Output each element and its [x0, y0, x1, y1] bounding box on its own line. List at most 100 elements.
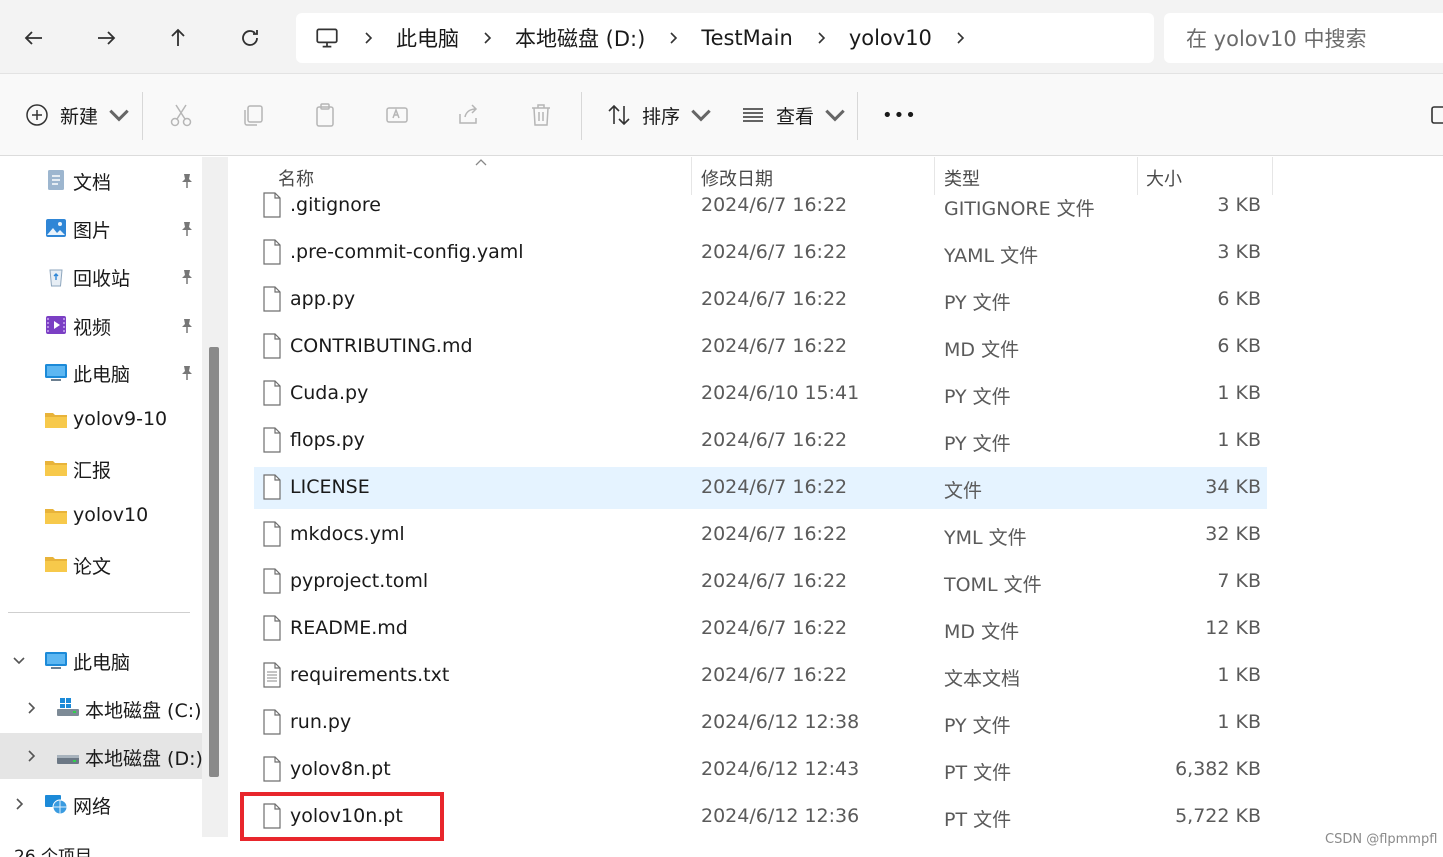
sidebar-item-yolov10[interactable]: yolov10 — [0, 493, 202, 539]
chevron-right-icon — [670, 32, 678, 44]
share-button[interactable] — [456, 94, 482, 136]
cut-button[interactable] — [168, 94, 194, 136]
list-view-icon — [743, 108, 763, 122]
file-name: Cuda.py — [290, 382, 369, 404]
address-row: 此电脑 本地磁盘 (D:) TestMain yolov10 在 yolov10… — [0, 0, 1443, 74]
file-icon — [263, 333, 281, 359]
sidebar-item-label: 论文 — [73, 556, 112, 578]
file-date: 2024/6/7 16:22 — [701, 429, 848, 451]
column-divider[interactable] — [1272, 157, 1273, 195]
chevron-right-icon[interactable] — [952, 30, 968, 46]
recycle-bin-icon — [49, 269, 63, 287]
paste-button[interactable] — [312, 94, 338, 136]
pin-icon[interactable] — [178, 317, 196, 335]
file-size: 5,722 KB — [1175, 805, 1261, 827]
file-row[interactable]: requirements.txt 2024/6/7 16:22 文本文档 1 KB — [254, 655, 1267, 697]
file-row[interactable]: run.py 2024/6/12 12:38 PY 文件 1 KB — [254, 702, 1267, 744]
new-button[interactable]: 新建 — [24, 94, 132, 136]
new-label: 新建 — [60, 105, 99, 128]
file-row[interactable]: flops.py 2024/6/7 16:22 PY 文件 1 KB — [254, 420, 1267, 462]
breadcrumb-drive-d[interactable]: 本地磁盘 (D:) — [515, 23, 645, 53]
file-icon — [263, 380, 281, 406]
chevron-right-icon[interactable] — [23, 700, 39, 716]
file-icon — [263, 192, 281, 218]
file-date: 2024/6/12 12:43 — [701, 758, 860, 780]
back-button[interactable] — [12, 14, 56, 62]
file-size: 6 KB — [1217, 288, 1261, 310]
sidebar-item-label: 图片 — [73, 220, 112, 242]
file-row[interactable]: CONTRIBUTING.md 2024/6/7 16:22 MD 文件 6 KB — [254, 326, 1267, 368]
file-row[interactable]: app.py 2024/6/7 16:22 PY 文件 6 KB — [254, 279, 1267, 321]
file-date: 2024/6/7 16:22 — [701, 288, 848, 310]
file-size: 32 KB — [1205, 523, 1261, 545]
sidebar-scrollbar-thumb[interactable] — [209, 347, 219, 777]
sidebar-item-yolov9-10[interactable]: yolov9-10 — [0, 397, 202, 443]
file-type: 文本文档 — [944, 668, 1021, 690]
file-list: 名称 修改日期 类型 大小 .gitignore 2024/6/7 16:22 GI… — [228, 157, 1443, 857]
chevron-down-icon — [825, 109, 845, 122]
more-options-button[interactable]: ••• — [882, 94, 917, 136]
delete-button[interactable] — [528, 94, 554, 136]
breadcrumb-testmain[interactable]: TestMain — [701, 26, 793, 50]
windows-drive-icon — [57, 698, 79, 716]
toolbar-divider — [857, 92, 858, 140]
clipboard-icon — [316, 103, 334, 127]
refresh-button[interactable] — [228, 14, 272, 62]
file-date: 2024/6/7 16:22 — [701, 617, 848, 639]
tree-item-drive-c[interactable]: 本地磁盘 (C:) — [0, 685, 202, 731]
file-type: YAML 文件 — [944, 245, 1039, 267]
breadcrumb-this-pc[interactable]: 此电脑 — [396, 23, 459, 53]
file-date: 2024/6/7 16:22 — [701, 335, 848, 357]
pin-icon[interactable] — [178, 220, 196, 238]
search-input[interactable]: 在 yolov10 中搜索 — [1164, 13, 1443, 63]
sort-button[interactable]: 排序 — [606, 94, 714, 136]
file-icon — [263, 286, 281, 312]
pin-icon[interactable] — [178, 268, 196, 286]
file-type: YML 文件 — [944, 527, 1027, 549]
tree-item-label: 本地磁盘 (C:) — [85, 700, 202, 722]
file-size: 3 KB — [1217, 194, 1261, 216]
tree-item-drive-d[interactable]: 本地磁盘 (D:) — [0, 733, 203, 779]
file-row[interactable]: .gitignore 2024/6/7 16:22 GITIGNORE 文件 3 KB — [254, 185, 1267, 227]
rename-button[interactable] — [384, 94, 410, 136]
file-row[interactable]: LICENSE 2024/6/7 16:22 文件 34 KB — [254, 467, 1267, 509]
copy-button[interactable] — [240, 94, 266, 136]
tree-item-this-pc[interactable]: 此电脑 — [0, 637, 202, 683]
chevron-right-icon[interactable] — [11, 796, 27, 812]
file-size: 6,382 KB — [1175, 758, 1261, 780]
file-size: 1 KB — [1217, 711, 1261, 733]
sidebar-item-videos[interactable]: 视频 — [0, 302, 202, 348]
details-pane-button[interactable] — [1430, 94, 1443, 136]
breadcrumb[interactable]: 此电脑 本地磁盘 (D:) TestMain yolov10 — [296, 13, 1154, 63]
rename-icon — [386, 107, 408, 123]
file-row[interactable]: mkdocs.yml 2024/6/7 16:22 YML 文件 32 KB — [254, 514, 1267, 556]
pin-icon[interactable] — [178, 172, 196, 190]
chevron-down-icon[interactable] — [11, 652, 27, 668]
tree-item-network[interactable]: 网络 — [0, 781, 202, 827]
plus-circle-icon — [26, 104, 48, 126]
file-row[interactable]: Cuda.py 2024/6/10 15:41 PY 文件 1 KB — [254, 373, 1267, 415]
file-row[interactable]: README.md 2024/6/7 16:22 MD 文件 12 KB — [254, 608, 1267, 650]
file-row[interactable]: yolov8n.pt 2024/6/12 12:43 PT 文件 6,382 KB — [254, 749, 1267, 791]
sort-label: 排序 — [642, 105, 681, 128]
file-date: 2024/6/12 12:36 — [701, 805, 860, 827]
tree-item-label: 网络 — [73, 796, 112, 818]
file-name: CONTRIBUTING.md — [290, 335, 473, 357]
sidebar-item-label: yolov9-10 — [73, 408, 168, 430]
sidebar-item-documents[interactable]: 文档 — [0, 157, 202, 203]
sidebar-item-papers[interactable]: 论文 — [0, 541, 202, 587]
breadcrumb-yolov10[interactable]: yolov10 — [849, 26, 932, 50]
file-size: 1 KB — [1217, 429, 1261, 451]
view-button[interactable]: 查看 — [740, 94, 848, 136]
up-button[interactable] — [156, 14, 200, 62]
sidebar-item-this-pc[interactable]: 此电脑 — [0, 349, 202, 395]
sidebar-item-recycle-bin[interactable]: 回收站 — [0, 253, 202, 299]
sidebar-item-pictures[interactable]: 图片 — [0, 205, 202, 251]
chevron-right-icon[interactable] — [23, 748, 39, 764]
file-size: 3 KB — [1217, 241, 1261, 263]
forward-button[interactable] — [84, 14, 128, 62]
pin-icon[interactable] — [178, 364, 196, 382]
sidebar-item-report[interactable]: 汇报 — [0, 445, 202, 491]
file-row[interactable]: .pre-commit-config.yaml 2024/6/7 16:22 YAM… — [254, 232, 1267, 274]
file-row[interactable]: pyproject.toml 2024/6/7 16:22 TOML 文件 7 KB — [254, 561, 1267, 603]
